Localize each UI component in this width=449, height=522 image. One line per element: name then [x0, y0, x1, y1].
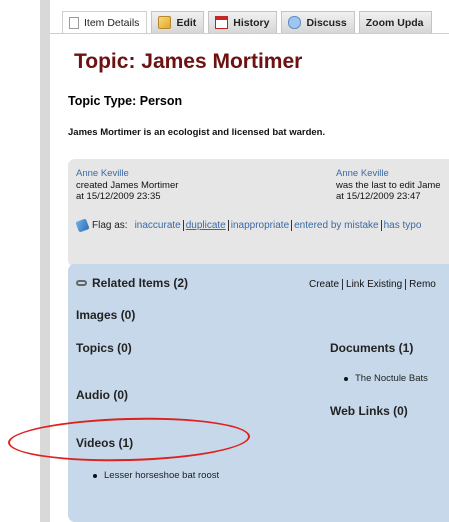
flag-label: Flag as:: [92, 220, 128, 231]
flag-inaccurate[interactable]: inaccurate: [133, 220, 184, 231]
edited-time: at 15/12/2009 23:47: [336, 191, 421, 202]
bullet-icon: [344, 376, 348, 381]
remove-link[interactable]: Remo: [406, 279, 439, 290]
creator-link[interactable]: Anne Keville: [76, 168, 178, 180]
flag-has-typo[interactable]: has typo: [382, 220, 424, 231]
info-box: Anne Keville created James Mortimer at 1…: [68, 159, 449, 267]
document-icon: [69, 16, 79, 29]
related-heading: Related Items (2): [76, 276, 188, 290]
bullet-icon: [93, 473, 97, 478]
tab-item-details[interactable]: Item Details: [62, 11, 148, 33]
tab-edit[interactable]: Edit: [151, 11, 205, 33]
tab-divider: [50, 33, 449, 34]
page-title: Topic: James Mortimer: [74, 50, 303, 73]
edited-info: Anne Keville was the last to edit Jame a…: [336, 168, 441, 203]
tab-history[interactable]: History: [208, 11, 278, 33]
document-item[interactable]: The Noctule Bats: [344, 373, 428, 384]
audio-heading: Audio (0): [76, 388, 128, 402]
tab-label: Discuss: [306, 16, 347, 29]
topic-type: Topic Type: Person: [68, 94, 183, 108]
tab-label: Item Details: [84, 16, 140, 29]
related-items-panel: Related Items (2) Create Link Existing R…: [68, 264, 449, 522]
tab-label: Edit: [176, 16, 197, 29]
tab-zoom-update[interactable]: Zoom Upda: [358, 11, 432, 33]
images-heading: Images (0): [76, 308, 136, 322]
flag-row: Flag as: inaccurate duplicate inappropri…: [75, 218, 424, 233]
discuss-icon: [288, 16, 302, 29]
created-action: created James Mortimer: [76, 179, 179, 191]
web-links-heading: Web Links (0): [330, 404, 408, 418]
video-item[interactable]: Lesser horseshoe bat roost: [93, 470, 219, 481]
tab-bar: Item Details Edit History Discuss Zoom U…: [62, 11, 436, 33]
documents-heading: Documents (1): [330, 341, 414, 355]
related-actions: Create Link Existing Remo: [309, 279, 439, 290]
link-icon: [76, 280, 87, 286]
created-info: Anne Keville created James Mortimer at 1…: [76, 168, 178, 203]
flag-inappropriate[interactable]: inappropriate: [229, 220, 293, 231]
related-heading-label: Related Items (2): [92, 276, 189, 290]
tab-discuss[interactable]: Discuss: [281, 11, 355, 33]
create-link[interactable]: Create: [309, 279, 344, 290]
edit-icon: [158, 16, 172, 29]
editor-link[interactable]: Anne Keville: [336, 168, 441, 180]
topic-description: James Mortimer is an ecologist and licen…: [68, 127, 326, 138]
flag-icon: [75, 218, 90, 233]
created-time: at 15/12/2009 23:35: [76, 191, 161, 202]
calendar-icon: [215, 16, 229, 29]
edited-action: was the last to edit Jame: [336, 179, 441, 191]
video-item-label: Lesser horseshoe bat roost: [104, 470, 220, 481]
tab-label: Zoom Upda: [365, 16, 424, 29]
link-existing-link[interactable]: Link Existing: [343, 279, 407, 290]
flag-entered-by-mistake[interactable]: entered by mistake: [292, 220, 382, 231]
topics-heading: Topics (0): [76, 341, 132, 355]
document-item-label: The Noctule Bats: [355, 373, 428, 384]
tab-label: History: [233, 16, 270, 29]
flag-duplicate[interactable]: duplicate: [184, 220, 229, 231]
